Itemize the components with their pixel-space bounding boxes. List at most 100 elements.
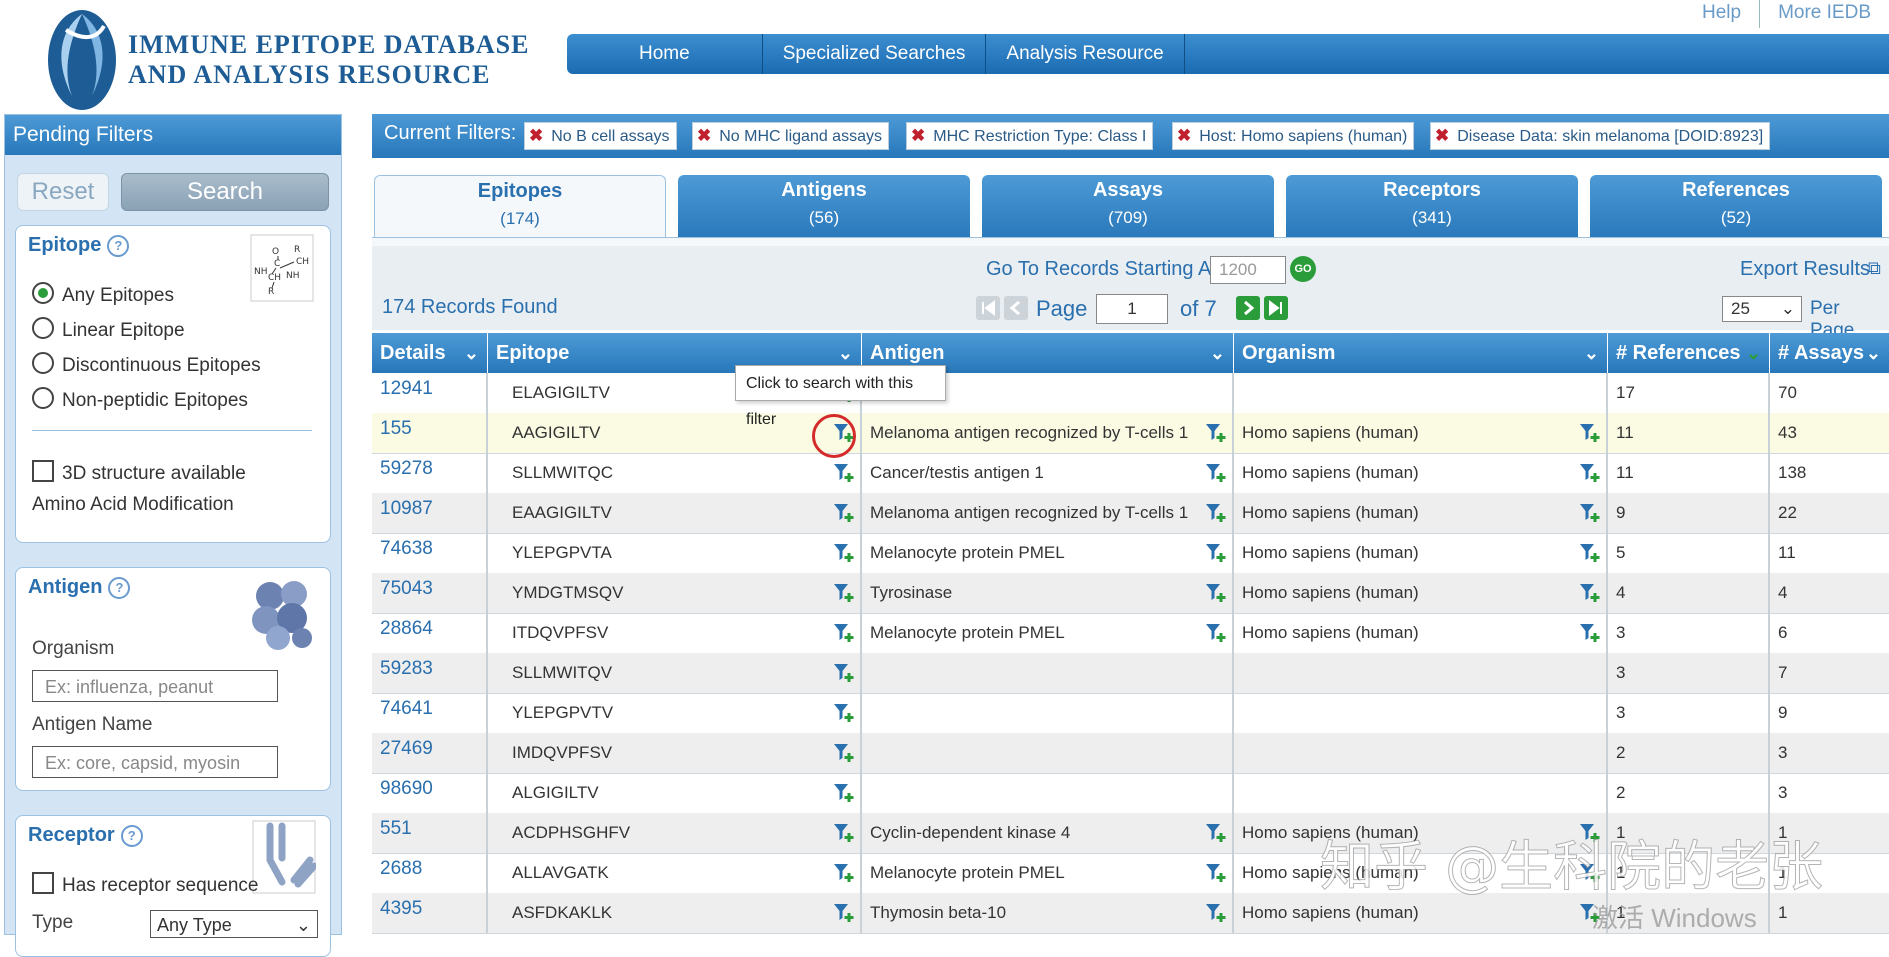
column-header-organism[interactable]: Organism ⌄ <box>1234 333 1608 373</box>
radio-discontinuous-epitopes[interactable]: Discontinuous Epitopes <box>32 352 261 377</box>
table-row[interactable]: 155 AAGIGILTV Melanoma antigen recognized … <box>372 413 1889 454</box>
radio-button[interactable] <box>32 387 54 409</box>
filter-add-icon[interactable] <box>832 741 856 765</box>
filter-add-icon[interactable] <box>1204 501 1228 525</box>
epitope-id-link[interactable]: 12941 <box>372 373 488 413</box>
chevron-down-icon[interactable]: ⌄ <box>464 333 479 373</box>
page-input[interactable]: 1 <box>1096 294 1168 324</box>
filter-add-icon[interactable] <box>832 541 856 565</box>
sort-icon[interactable]: ⌄ <box>1746 333 1761 373</box>
epitope-id-link[interactable]: 98690 <box>372 773 488 813</box>
filter-add-icon[interactable] <box>832 461 856 485</box>
remove-filter-icon[interactable]: ✖ <box>529 126 543 145</box>
nav-home[interactable]: Home <box>567 34 763 74</box>
antigen-name-input[interactable]: Ex: core, capsid, myosin <box>32 746 278 778</box>
epitope-id-link[interactable]: 74638 <box>372 533 488 573</box>
nav-analysis-resource[interactable]: Analysis Resource <box>986 34 1185 74</box>
epitope-id-link[interactable]: 74641 <box>372 693 488 733</box>
epitope-id-link[interactable]: 155 <box>372 413 488 453</box>
filter-chip-disease[interactable]: ✖ Disease Data: skin melanoma [DOID:8923] <box>1430 122 1771 150</box>
filter-add-icon[interactable] <box>832 901 856 925</box>
nav-specialized-searches[interactable]: Specialized Searches <box>763 34 987 74</box>
filter-chip-no-mhc-ligand[interactable]: ✖ No MHC ligand assays <box>692 122 889 150</box>
table-row[interactable]: 27469 IMDQVPFSV 2 3 <box>372 733 1889 774</box>
epitope-id-link[interactable]: 59283 <box>372 653 488 693</box>
column-header-details[interactable]: Details ⌄ <box>372 333 488 373</box>
column-header-assays[interactable]: # Assays ⌄ <box>1770 333 1889 373</box>
prev-page-button[interactable] <box>1004 296 1028 320</box>
amino-acid-modification-link[interactable]: Amino Acid Modification <box>32 494 234 516</box>
next-page-button[interactable] <box>1236 296 1260 320</box>
chevron-down-icon[interactable]: ⌄ <box>1584 333 1599 373</box>
help-icon[interactable]: ? <box>120 824 143 847</box>
table-row[interactable]: 59278 SLLMWITQC Cancer/testis antigen 1 Hom… <box>372 453 1889 494</box>
checkbox-has-receptor-sequence[interactable]: Has receptor sequence <box>32 872 258 897</box>
filter-add-icon[interactable] <box>1578 541 1602 565</box>
radio-linear-epitope[interactable]: Linear Epitope <box>32 317 185 342</box>
filter-add-icon[interactable] <box>832 581 856 605</box>
filter-add-icon[interactable] <box>1204 581 1228 605</box>
remove-filter-icon[interactable]: ✖ <box>911 126 925 145</box>
epitope-id-link[interactable]: 4395 <box>372 893 488 933</box>
table-row[interactable]: 59283 SLLMWITQV 3 7 <box>372 653 1889 694</box>
first-page-button[interactable] <box>976 296 1000 320</box>
table-row[interactable]: 98690 ALGIGILTV 2 3 <box>372 773 1889 814</box>
tab-epitopes[interactable]: Epitopes (174) <box>374 175 666 238</box>
filter-add-icon[interactable] <box>832 701 856 725</box>
filter-add-icon[interactable] <box>1578 461 1602 485</box>
table-row[interactable]: 74638 YLEPGPVTA Melanocyte protein PMEL Hom… <box>372 533 1889 574</box>
go-button[interactable]: GO <box>1290 256 1316 282</box>
iedb-logo-icon[interactable] <box>44 0 122 112</box>
table-row[interactable]: 12941 ELAGIGILTV 17 70 <box>372 373 1889 414</box>
filter-add-icon[interactable] <box>832 501 856 525</box>
radio-button[interactable] <box>32 352 54 374</box>
filter-chip-host[interactable]: ✖ Host: Homo sapiens (human) <box>1172 122 1415 150</box>
remove-filter-icon[interactable]: ✖ <box>697 126 711 145</box>
filter-add-icon[interactable] <box>1204 621 1228 645</box>
radio-button[interactable] <box>32 282 54 304</box>
column-header-references[interactable]: # References ⌄ <box>1608 333 1770 373</box>
table-row[interactable]: 10987 EAAGIGILTV Melanoma antigen recogniz… <box>372 493 1889 534</box>
filter-chip-mhc-class[interactable]: ✖ MHC Restriction Type: Class I <box>906 122 1154 150</box>
checkbox[interactable] <box>32 872 54 894</box>
table-row[interactable]: 74641 YLEPGPVTV 3 9 <box>372 693 1889 734</box>
chevron-down-icon[interactable]: ⌄ <box>1210 333 1225 373</box>
epitope-id-link[interactable]: 28864 <box>372 613 488 653</box>
export-results-link[interactable]: Export Results <box>1740 258 1870 281</box>
epitope-id-link[interactable]: 2688 <box>372 853 488 893</box>
goto-input[interactable]: 1200 <box>1210 256 1286 284</box>
table-row[interactable]: 28864 ITDQVPFSV Melanocyte protein PMEL Hom… <box>372 613 1889 654</box>
tab-assays[interactable]: Assays (709) <box>982 175 1274 237</box>
checkbox[interactable] <box>32 460 54 482</box>
filter-add-icon[interactable] <box>832 861 856 885</box>
filter-add-icon[interactable] <box>1204 541 1228 565</box>
epitope-id-link[interactable]: 75043 <box>372 573 488 613</box>
radio-non-peptidic-epitopes[interactable]: Non-peptidic Epitopes <box>32 387 248 412</box>
remove-filter-icon[interactable]: ✖ <box>1435 126 1449 145</box>
help-icon[interactable]: ? <box>108 576 131 599</box>
external-link-icon[interactable]: ⧉ <box>1868 258 1881 279</box>
per-page-select[interactable]: 25 ⌄ <box>1722 296 1802 322</box>
radio-any-epitopes[interactable]: Any Epitopes <box>32 282 174 307</box>
chevron-down-icon[interactable]: ⌄ <box>1866 333 1881 373</box>
filter-add-icon[interactable] <box>832 821 856 845</box>
epitope-id-link[interactable]: 27469 <box>372 733 488 773</box>
tab-references[interactable]: References (52) <box>1590 175 1882 237</box>
filter-add-icon[interactable] <box>1204 901 1228 925</box>
tab-receptors[interactable]: Receptors (341) <box>1286 175 1578 237</box>
remove-filter-icon[interactable]: ✖ <box>1177 126 1191 145</box>
epitope-id-link[interactable]: 59278 <box>372 453 488 493</box>
filter-add-icon[interactable] <box>832 661 856 685</box>
filter-chip-no-b-cell[interactable]: ✖ No B cell assays <box>524 122 677 150</box>
filter-add-icon[interactable] <box>1204 821 1228 845</box>
search-button[interactable]: Search <box>121 173 329 211</box>
filter-add-icon[interactable] <box>1204 461 1228 485</box>
more-iedb-link[interactable]: More IEDB <box>1760 0 1889 26</box>
radio-button[interactable] <box>32 317 54 339</box>
filter-add-icon[interactable] <box>832 781 856 805</box>
filter-add-icon[interactable] <box>1204 861 1228 885</box>
reset-button[interactable]: Reset <box>17 173 109 211</box>
last-page-button[interactable] <box>1264 296 1288 320</box>
filter-add-icon[interactable] <box>1204 421 1228 445</box>
checkbox-3d-structure[interactable]: 3D structure available <box>32 460 246 485</box>
